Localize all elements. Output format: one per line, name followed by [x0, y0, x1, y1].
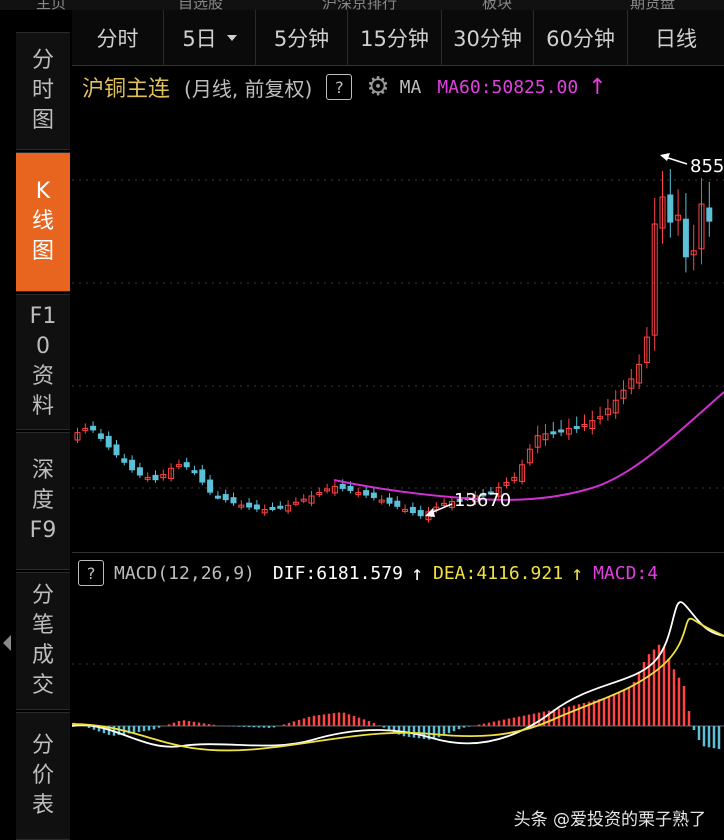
sidebar-item-label: F10资料: [29, 304, 57, 419]
top-tab-strip: 主页 自选股 沪深京排行 板块 期货盘: [0, 0, 724, 10]
candle-body: [550, 431, 557, 435]
candle-body: [97, 433, 104, 439]
candle-body: [105, 435, 112, 448]
ma60-up-arrow-icon: ↑: [588, 74, 607, 100]
candle-body: [214, 495, 221, 499]
candle-body: [394, 500, 401, 507]
candle-body: [409, 506, 416, 514]
sidebar-item-label: 分价表: [31, 733, 54, 818]
period-intraday[interactable]: 分时: [72, 10, 164, 65]
macd-help-button[interactable]: ?: [78, 560, 104, 586]
dif-up-arrow-icon: ↑: [410, 561, 423, 585]
chevron-down-icon: [226, 34, 237, 41]
candle-body: [682, 218, 689, 258]
dea-up-arrow-icon: ↑: [571, 561, 584, 585]
candle-body: [121, 458, 128, 463]
candle-body: [269, 506, 276, 510]
sidebar-item-label: 分笔成交: [31, 583, 54, 698]
candle-body: [370, 492, 377, 499]
candle-body: [277, 505, 284, 509]
candle-body: [129, 459, 136, 471]
candle-body: [706, 207, 713, 222]
sidebar-item-kline[interactable]: K线图: [16, 152, 70, 292]
top-tab[interactable]: 期货盘: [630, 0, 675, 10]
period-5day-dropdown[interactable]: 5日: [164, 10, 256, 65]
macd-title[interactable]: MACD(12,26,9): [114, 563, 255, 584]
macd-info-bar: ? MACD(12,26,9) DIF:6181.579 ↑ DEA:4116.…: [72, 552, 724, 593]
chart-period-subtitle: (月线, 前复权): [184, 76, 313, 101]
period-15min[interactable]: 15分钟: [348, 10, 442, 65]
candle-body: [347, 485, 354, 491]
kline-chart[interactable]: 855 13670: [72, 108, 724, 552]
candle-body: [573, 426, 580, 430]
ma-indicator-label[interactable]: MA: [400, 77, 422, 98]
candle-body: [363, 490, 370, 496]
candle-body: [667, 194, 674, 223]
sidebar-item-intraday[interactable]: 分时图: [16, 32, 70, 150]
chart-info-bar: 沪铜主连 (月线, 前复权) ? ⚙ MA MA60:50825.00 ↑: [72, 66, 724, 108]
top-tab[interactable]: 沪深京排行: [322, 0, 397, 10]
sidebar-item-ticks[interactable]: 分笔成交: [16, 572, 70, 710]
dea-value: DEA:4116.921: [432, 562, 564, 584]
period-label: 5分钟: [273, 26, 330, 51]
top-tab[interactable]: 主页: [36, 0, 66, 10]
period-daily[interactable]: 日线: [628, 10, 724, 65]
sidebar-item-price-table[interactable]: 分价表: [16, 712, 70, 840]
period-30min[interactable]: 30分钟: [442, 10, 534, 65]
candle-body: [417, 510, 424, 517]
candle-body: [113, 444, 120, 456]
candle-body: [90, 425, 97, 431]
high-annotation-label: 855: [690, 156, 724, 177]
sidebar-item-label: 深度F9: [29, 458, 57, 543]
candle-body: [191, 470, 198, 474]
sidebar-item-f10[interactable]: F10资料: [16, 294, 70, 430]
ma60-value: MA60:50825.00: [437, 76, 579, 98]
candle-body: [558, 429, 565, 433]
period-label: 30分钟: [453, 26, 522, 51]
collapse-arrow-icon[interactable]: [3, 635, 11, 651]
period-60min[interactable]: 60分钟: [534, 10, 628, 65]
candle-body: [246, 502, 253, 508]
top-tab[interactable]: 板块: [482, 0, 512, 10]
low-annotation-label: 13670: [454, 490, 511, 511]
period-5min[interactable]: 5分钟: [256, 10, 348, 65]
candle-body: [152, 474, 159, 481]
candle-body: [222, 494, 229, 501]
candle-body: [253, 504, 260, 510]
ma60-line: [333, 391, 724, 501]
macd-value: MACD:4: [593, 562, 659, 584]
gear-icon[interactable]: ⚙: [366, 72, 389, 102]
period-bar: 分时 5日 5分钟 15分钟 30分钟 60分钟 日线: [72, 10, 724, 66]
sidebar: 分时图 K线图 F10资料 深度F9 分笔成交 分价表: [0, 10, 72, 840]
dif-value: DIF:6181.579: [272, 562, 403, 584]
candle-body: [339, 483, 346, 489]
candle-body: [230, 497, 237, 504]
period-label: 15分钟: [360, 26, 429, 51]
sidebar-item-label: 分时图: [31, 48, 54, 133]
macd-chart[interactable]: [72, 592, 724, 840]
candle-body: [207, 479, 214, 493]
period-label: 60分钟: [546, 26, 615, 51]
sidebar-item-label: K线图: [31, 179, 54, 264]
watermark: 头条 @爱投资的栗子熟了: [513, 810, 706, 830]
candle-body: [136, 467, 143, 476]
contract-name: 沪铜主连: [82, 77, 171, 102]
period-label: 日线: [655, 26, 697, 51]
sidebar-item-depth[interactable]: 深度F9: [16, 432, 70, 570]
period-label: 5日: [182, 26, 217, 51]
high-annotation-arrowhead: [660, 153, 670, 161]
period-label: 分时: [96, 26, 139, 51]
candle-body: [386, 497, 393, 504]
help-button[interactable]: ?: [326, 74, 353, 100]
candle-body: [199, 469, 206, 483]
candle-body: [183, 462, 190, 468]
top-tab[interactable]: 自选股: [178, 0, 223, 10]
